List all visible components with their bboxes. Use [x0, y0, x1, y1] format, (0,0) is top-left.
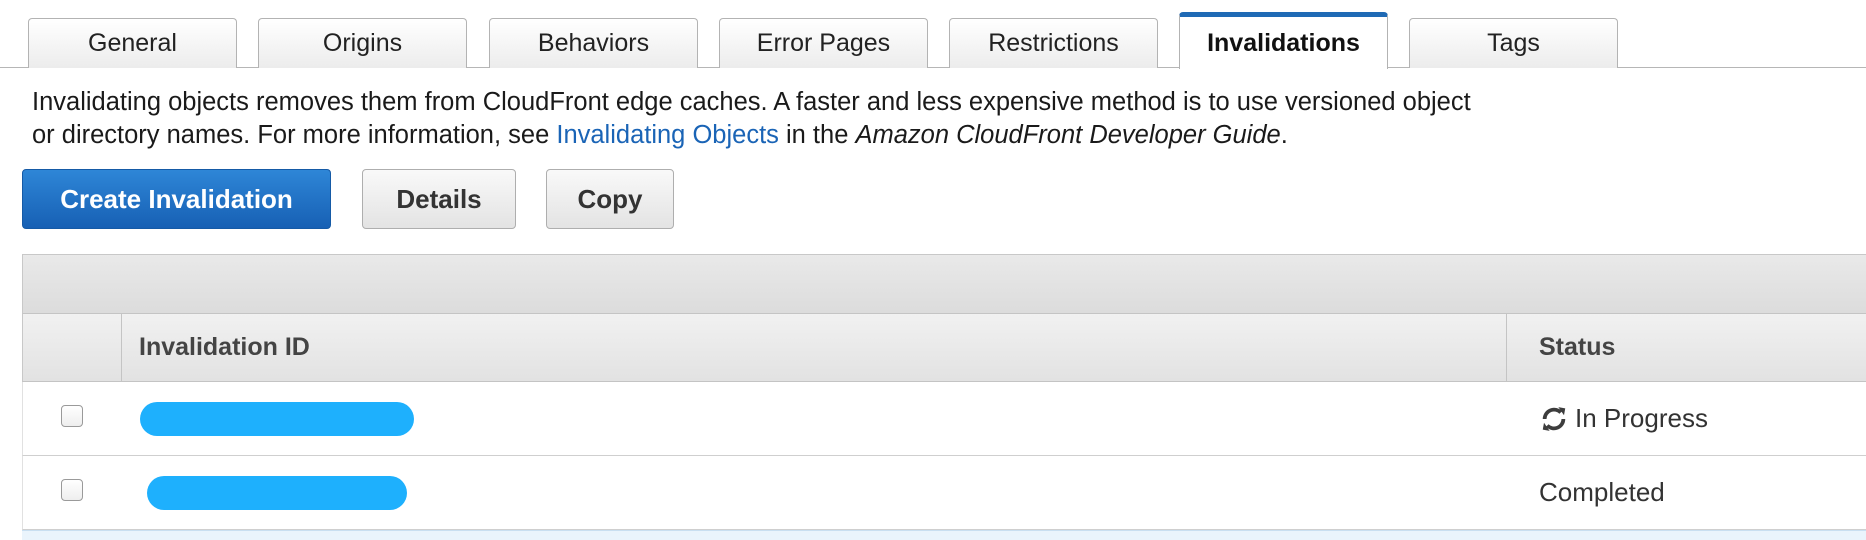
details-button[interactable]: Details — [362, 169, 516, 229]
tab-restrictions[interactable]: Restrictions — [949, 18, 1158, 68]
table-row[interactable]: Completed — [22, 456, 1866, 530]
tab-general[interactable]: General — [28, 18, 237, 68]
tab-bar: General Origins Behaviors Error Pages Re… — [0, 0, 1866, 69]
table-row[interactable]: In Progress — [22, 382, 1866, 456]
row-checkbox[interactable] — [61, 479, 83, 501]
column-header-invalidation-id[interactable]: Invalidation ID — [139, 314, 310, 381]
tab-origins[interactable]: Origins — [258, 18, 467, 68]
description-text: in the — [778, 121, 856, 149]
table-header: Invalidation ID Status — [22, 313, 1866, 382]
refresh-icon — [1542, 406, 1566, 431]
table-toolbar — [22, 254, 1866, 313]
tab-tags[interactable]: Tags — [1409, 18, 1618, 68]
row-checkbox[interactable] — [61, 405, 83, 427]
table-row[interactable] — [22, 530, 1866, 540]
column-divider[interactable] — [1506, 314, 1507, 381]
redacted-invalidation-id[interactable] — [140, 402, 414, 436]
status-text: Completed — [1539, 477, 1665, 507]
description-line-1: Invalidating objects removes them from C… — [32, 88, 1471, 116]
description-text: or directory names. For more information… — [32, 121, 557, 149]
redacted-invalidation-id[interactable] — [147, 476, 407, 510]
status-text: In Progress — [1575, 403, 1708, 433]
tab-invalidations[interactable]: Invalidations — [1179, 12, 1388, 69]
copy-button[interactable]: Copy — [546, 169, 674, 229]
description-text: . — [1280, 121, 1288, 149]
column-header-status[interactable]: Status — [1539, 314, 1615, 381]
developer-guide-title: Amazon CloudFront Developer Guide — [855, 121, 1281, 149]
status-cell: Completed — [1539, 456, 1665, 529]
tab-error-pages[interactable]: Error Pages — [719, 18, 928, 68]
description-line-2: or directory names. For more information… — [32, 119, 1712, 152]
tab-behaviors[interactable]: Behaviors — [489, 18, 698, 68]
invalidating-objects-link[interactable]: Invalidating Objects — [556, 121, 779, 149]
create-invalidation-button[interactable]: Create Invalidation — [22, 169, 331, 229]
status-cell: In Progress — [1539, 382, 1708, 455]
column-divider — [121, 314, 122, 381]
invalidation-description: Invalidating objects removes them from C… — [32, 86, 1712, 152]
